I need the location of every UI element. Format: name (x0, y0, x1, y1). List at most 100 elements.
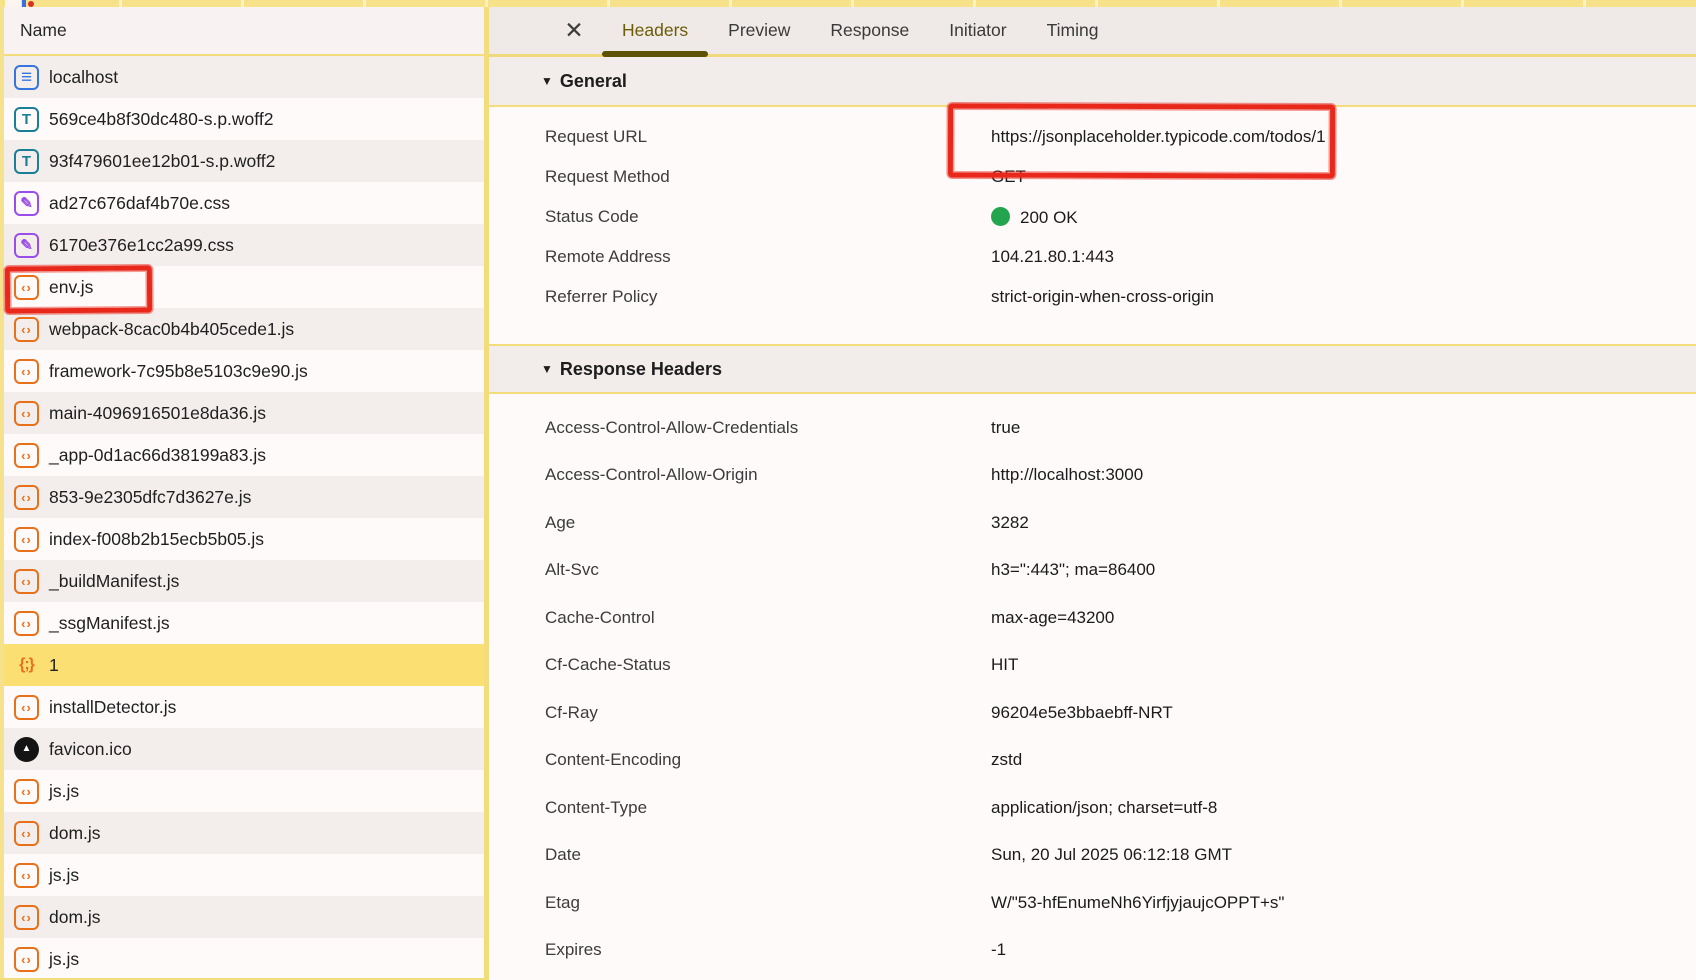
script-icon: ‹› (14, 401, 39, 426)
script-icon: ‹› (14, 317, 39, 342)
section-rows: Request URLhttps://jsonplaceholder.typic… (489, 107, 1696, 329)
header-value: application/json; charset=utf-8 (991, 798, 1217, 818)
request-row-853-9e2305dfc7d3627e.js[interactable]: ‹›853-9e2305dfc7d3627e.js (4, 476, 486, 518)
request-row-js.js[interactable]: ‹› js.js (4, 854, 486, 896)
request-name: env.js (49, 277, 93, 298)
request-row-_ssgManifest.js[interactable]: ‹›_ssgManifest.js (4, 602, 486, 644)
name-column-label: Name (20, 20, 67, 41)
overview-gap (5, 0, 21, 7)
script-icon: ‹› (14, 863, 39, 888)
script-icon: ‹› (14, 569, 39, 594)
header-row-content-type: Content-Typeapplication/json; charset=ut… (489, 784, 1696, 832)
header-row-access-control-allow-credentials: Access-Control-Allow-Credentialstrue (489, 404, 1696, 452)
header-value: -1 (991, 940, 1006, 960)
request-row-webpack-8cac0b4b405cede1.js[interactable]: ‹›webpack-8cac0b4b405cede1.js (4, 308, 486, 350)
request-name: dom.js (49, 823, 101, 844)
tab-timing[interactable]: Timing (1027, 7, 1119, 54)
header-value: https://jsonplaceholder.typicode.com/tod… (991, 127, 1326, 147)
header-value: h3=":443"; ma=86400 (991, 560, 1155, 580)
request-row-ad27c676daf4b70e.css[interactable]: ✎ad27c676daf4b70e.css (4, 182, 486, 224)
header-row-status-code: Status Code200 OK (489, 197, 1696, 237)
headers-sections: ▼ General Request URLhttps://jsonplacehold… (489, 57, 1696, 980)
header-label: Alt-Svc (489, 560, 991, 580)
request-row-dom.js[interactable]: ‹›dom.js (4, 896, 486, 938)
header-value: zstd (991, 750, 1022, 770)
request-row-index-f008b2b15ecb5b05.js[interactable]: ‹›index-f008b2b15ecb5b05.js (4, 518, 486, 560)
request-row-framework-7c95b8e5103c9e90.js[interactable]: ‹›framework-7c95b8e5103c9e90.js (4, 350, 486, 392)
request-row-_app-0d1ac66d38199a83.js[interactable]: ‹›_app-0d1ac66d38199a83.js (4, 434, 486, 476)
close-icon[interactable]: ✕ (561, 17, 587, 44)
request-name: main-4096916501e8da36.js (49, 403, 266, 424)
header-row-date: DateSun, 20 Jul 2025 06:12:18 GMT (489, 832, 1696, 880)
request-name: 6170e376e1cc2a99.css (49, 235, 234, 256)
header-label: Status Code (489, 207, 991, 227)
request-name: installDetector.js (49, 697, 176, 718)
request-name: js.js (49, 865, 79, 886)
font-icon: T (14, 149, 39, 174)
request-row-js.js[interactable]: ‹›js.js (4, 770, 486, 812)
tab-initiator[interactable]: Initiator (929, 7, 1026, 54)
section-header-general[interactable]: ▼ General (489, 57, 1696, 107)
script-icon: ‹› (14, 611, 39, 636)
request-name: js.js (49, 949, 79, 970)
disclosure-triangle-icon: ▼ (541, 74, 553, 88)
header-row-access-control-allow-origin: Access-Control-Allow-Originhttp://localh… (489, 452, 1696, 500)
request-row-localhost[interactable]: ≡localhost (4, 56, 486, 98)
header-value: max-age=43200 (991, 608, 1114, 628)
header-label: Remote Address (489, 247, 991, 267)
header-row-remote-address: Remote Address104.21.80.1:443 (489, 237, 1696, 277)
request-row-favicon.ico[interactable]: ▲favicon.ico (4, 728, 486, 770)
section-header-response-headers[interactable]: ▼Response Headers (489, 344, 1696, 394)
script-icon: ‹› (14, 527, 39, 552)
section-gap (489, 329, 1696, 344)
header-row-cf-ray: Cf-Ray96204e5e3bbaebff-NRT (489, 689, 1696, 737)
request-row-93f479601ee12b01-s.p.woff2[interactable]: T93f479601ee12b01-s.p.woff2 (4, 140, 486, 182)
header-value: W/"53-hfEnumeNh6YirfjyjaujcOPPT+s" (991, 893, 1284, 913)
overview-blue-marker (22, 0, 26, 7)
header-value: 96204e5e3bbaebff-NRT (991, 703, 1173, 723)
tab-preview[interactable]: Preview (708, 7, 810, 54)
header-label: Request URL (489, 127, 991, 147)
header-label: Date (489, 845, 991, 865)
header-label: Access-Control-Allow-Origin (489, 465, 991, 485)
request-row-main-4096916501e8da36.js[interactable]: ‹› main-4096916501e8da36.js (4, 392, 486, 434)
request-detail-panel: ✕ HeadersPreviewResponseInitiatorTiming … (486, 7, 1696, 980)
request-name: localhost (49, 67, 118, 88)
header-label: Age (489, 513, 991, 533)
stylesheet-icon: ✎ (14, 233, 39, 258)
favicon-image: ▲ (14, 737, 39, 762)
header-label: Content-Type (489, 798, 991, 818)
section-rows: Access-Control-Allow-CredentialstrueAcce… (489, 394, 1696, 980)
header-row-etag: EtagW/"53-hfEnumeNh6YirfjyjaujcOPPT+s" (489, 879, 1696, 927)
request-row-1[interactable]: {;}1 (4, 644, 486, 686)
request-row-569ce4b8f30dc480-s.p.woff2[interactable]: T569ce4b8f30dc480-s.p.woff2 (4, 98, 486, 140)
name-column-header[interactable]: Name (4, 7, 486, 56)
request-row-env.js[interactable]: ‹› env.js (4, 266, 486, 308)
request-row-installDetector.js[interactable]: ‹›installDetector.js (4, 686, 486, 728)
fetch-icon: {;} (14, 653, 39, 678)
header-row-age: Age3282 (489, 499, 1696, 547)
header-value: 3282 (991, 513, 1029, 533)
tab-response[interactable]: Response (810, 7, 929, 54)
font-icon: T (14, 107, 39, 132)
script-icon: ‹› (14, 485, 39, 510)
header-label: Request Method (489, 167, 991, 187)
detail-tabs: HeadersPreviewResponseInitiatorTiming (602, 7, 1118, 54)
script-icon: ‹› (14, 275, 39, 300)
request-row-6170e376e1cc2a99.css[interactable]: ✎ 6170e376e1cc2a99.css (4, 224, 486, 266)
tab-headers[interactable]: Headers (602, 7, 708, 54)
header-row-alt-svc: Alt-Svch3=":443"; ma=86400 (489, 547, 1696, 595)
request-row-js.js[interactable]: ‹›js.js (4, 938, 486, 980)
section-title: Response Headers (560, 359, 722, 380)
header-value: 104.21.80.1:443 (991, 247, 1114, 267)
request-name: js.js (49, 781, 79, 802)
header-value: strict-origin-when-cross-origin (991, 287, 1214, 307)
request-row-_buildManifest.js[interactable]: ‹›_buildManifest.js (4, 560, 486, 602)
network-overview-strip[interactable] (0, 0, 1696, 7)
request-row-dom.js[interactable]: ‹› dom.js (4, 812, 486, 854)
section-title: General (560, 71, 627, 92)
request-list: ≡localhostT569ce4b8f30dc480-s.p.woff2T93… (4, 56, 486, 980)
script-icon: ‹› (14, 821, 39, 846)
header-row-cf-cache-status: Cf-Cache-StatusHIT (489, 642, 1696, 690)
header-label: Cf-Ray (489, 703, 991, 723)
